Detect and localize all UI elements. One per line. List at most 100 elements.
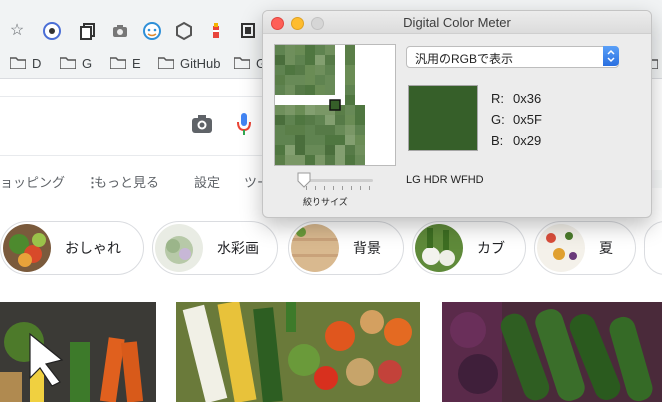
blue-label: B: [491, 133, 504, 148]
magnifier-pixel [325, 155, 335, 165]
magnifier-pixel [345, 135, 355, 145]
camera-search-icon[interactable] [190, 113, 214, 135]
sample-cursor [329, 99, 341, 111]
magnifier-pixel [305, 145, 315, 155]
magnifier-pixel [335, 115, 345, 125]
magnifier-pixel [295, 135, 305, 145]
bookmark-folder-2[interactable]: G [60, 54, 92, 72]
display-name: LG HDR WFHD [406, 174, 484, 186]
color-space-select[interactable]: 汎用のRGBで表示 [406, 46, 619, 68]
magnifier-pixel [385, 155, 395, 165]
red-value: 0x36 [513, 91, 542, 106]
magnifier-pixel [385, 125, 395, 135]
magnifier-pixel [315, 135, 325, 145]
magnifier-pixel [275, 125, 285, 135]
magnifier-pixel [375, 115, 385, 125]
extension-hex-icon[interactable] [174, 21, 194, 41]
magnifier-pixel [385, 115, 395, 125]
magnifier-pixel [365, 105, 375, 115]
bookmark-folder-1[interactable]: D [10, 54, 41, 72]
green-label: G: [491, 112, 505, 127]
magnifier-pixel [315, 125, 325, 135]
magnifier-pixel [275, 65, 285, 75]
tab-more-label: もっと見る [94, 175, 160, 190]
magnifier-pixel [275, 115, 285, 125]
magnifier-pixel [295, 55, 305, 65]
chip-partial[interactable] [644, 221, 662, 275]
magnifier-pixel [345, 65, 355, 75]
magnifier-pixel [375, 45, 385, 55]
chip-background[interactable]: 背景 [288, 221, 404, 275]
magnifier-pixel [355, 145, 365, 155]
magnifier-pixel [325, 125, 335, 135]
magnifier-pixel [285, 65, 295, 75]
magnifier-pixel [295, 95, 305, 105]
magnifier-pixel [385, 75, 395, 85]
aperture-size-label: 絞りサイズ [303, 197, 348, 207]
result-image-3[interactable] [442, 302, 662, 402]
magnifier-pixel [355, 105, 365, 115]
search-box[interactable] [0, 96, 300, 156]
magnifier-pixel [285, 85, 295, 95]
chip-watercolor[interactable]: 水彩画 [152, 221, 278, 275]
chip-summer[interactable]: 夏 [534, 221, 636, 275]
chip-label: 水彩画 [217, 240, 259, 256]
chip-thumbnail [291, 224, 339, 272]
magnifier-pixel [345, 55, 355, 65]
extension-camera-icon[interactable] [110, 21, 130, 41]
chip-label: 背景 [353, 240, 381, 256]
magnifier-pixel [305, 55, 315, 65]
extension-copy-icon[interactable] [78, 21, 98, 41]
magnifier-pixel [315, 75, 325, 85]
bookmark-folder-3[interactable]: E [110, 54, 141, 72]
magnifier-pixel [365, 95, 375, 105]
extension-lighthouse-icon[interactable] [206, 21, 226, 41]
magnifier-pixel [355, 125, 365, 135]
magnifier-pixel [385, 105, 395, 115]
folder-icon [60, 57, 76, 69]
tab-shopping[interactable]: ョッピング [0, 172, 65, 191]
magnifier-pixel [335, 135, 345, 145]
extension-account-icon[interactable] [42, 21, 62, 41]
magnifier-pixel [345, 155, 355, 165]
result-image-1[interactable] [0, 302, 156, 402]
magnifier-pixel [375, 125, 385, 135]
magnifier-pixel [335, 125, 345, 135]
microphone-icon[interactable] [236, 112, 252, 136]
tab-more[interactable]: ⋮もっと見る [86, 172, 159, 191]
magnifier-pixel [315, 55, 325, 65]
chip-stylish[interactable]: おしゃれ [0, 221, 144, 275]
magnifier-pixel [325, 115, 335, 125]
bookmark-star-icon[interactable]: ☆ [8, 22, 26, 40]
magnifier-pixel [325, 65, 335, 75]
chip-turnip[interactable]: カブ [412, 221, 526, 275]
magnifier-pixel [295, 45, 305, 55]
chip-label: カブ [477, 240, 505, 256]
magnifier-pixel [375, 55, 385, 65]
extension-face-icon[interactable] [142, 21, 162, 41]
digital-color-meter-window: Digital Color Meter 絞りサイズ 汎用のRGBで表示 R: 0… [262, 10, 652, 218]
chip-label: 夏 [599, 240, 613, 256]
magnifier-pixel [305, 75, 315, 85]
aperture-slider-knob[interactable] [297, 172, 311, 188]
magnifier-pixel [355, 135, 365, 145]
magnifier-pixel [355, 85, 365, 95]
magnifier-pixel [345, 125, 355, 135]
bookmark-folder-github[interactable]: GitHub [158, 54, 220, 72]
magnifier-pixel [285, 55, 295, 65]
extension-window-icon[interactable] [238, 21, 258, 41]
extensions-tray [42, 18, 282, 46]
magnifier-pixel [345, 85, 355, 95]
magnifier-pixel [305, 65, 315, 75]
tab-settings[interactable]: 設定 [194, 172, 220, 191]
blue-value: 0x29 [513, 133, 542, 148]
result-image-2[interactable] [176, 302, 420, 402]
magnifier-pixel [375, 75, 385, 85]
window-titlebar[interactable]: Digital Color Meter [263, 11, 651, 34]
magnifier-pixel [345, 45, 355, 55]
magnifier-pixel [355, 75, 365, 85]
window-title: Digital Color Meter [403, 15, 511, 30]
blue-readout: B: 0x29 [491, 133, 541, 148]
magnifier-pixel [385, 65, 395, 75]
magnifier-pixel [385, 45, 395, 55]
